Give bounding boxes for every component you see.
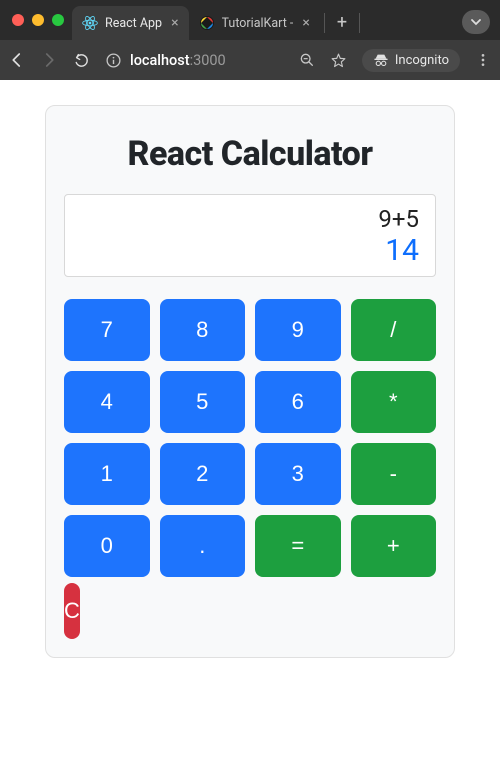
tab-close-icon[interactable]: × xyxy=(302,15,309,31)
page-content: React Calculator 9+5 14 789/ 456* 123- 0.=+… xyxy=(0,80,500,683)
tab-react-app[interactable]: React App × xyxy=(72,6,189,40)
incognito-label: Incognito xyxy=(395,53,449,68)
forward-button[interactable] xyxy=(40,51,58,69)
reload-button[interactable] xyxy=(72,51,90,69)
tab-divider xyxy=(324,13,325,33)
menu-button[interactable] xyxy=(474,51,492,69)
key-6[interactable]: 6 xyxy=(255,371,341,433)
react-favicon-icon xyxy=(82,15,98,31)
calculator: React Calculator 9+5 14 789/ 456* 123- 0.=+… xyxy=(45,105,455,658)
key-equals[interactable]: = xyxy=(255,515,341,577)
incognito-icon xyxy=(373,53,389,67)
key-subtract[interactable]: - xyxy=(351,443,437,505)
key-4[interactable]: 4 xyxy=(64,371,150,433)
zoom-button[interactable] xyxy=(298,51,316,69)
tab-tutorialkart[interactable]: TutorialKart - × xyxy=(189,6,320,40)
tab-title: React App xyxy=(105,16,162,31)
calculator-display: 9+5 14 xyxy=(64,194,436,277)
incognito-badge[interactable]: Incognito xyxy=(362,49,460,72)
url-host: localhost xyxy=(130,52,190,69)
site-info-icon[interactable] xyxy=(104,51,122,69)
window-minimize-icon[interactable] xyxy=(32,14,44,26)
browser-chrome: React App × TutorialKart - × + xyxy=(0,0,500,80)
tutorialkart-favicon-icon xyxy=(199,15,215,31)
clear-button[interactable]: C xyxy=(64,583,80,639)
expand-button[interactable] xyxy=(462,10,490,34)
key-decimal[interactable]: . xyxy=(160,515,246,577)
url-path: :3000 xyxy=(190,52,226,69)
display-result: 14 xyxy=(81,233,419,268)
window-maximize-icon[interactable] xyxy=(52,14,64,26)
address-bar[interactable]: localhost:3000 xyxy=(104,51,284,69)
nav-row: localhost:3000 Incognito xyxy=(0,40,500,80)
key-3[interactable]: 3 xyxy=(255,443,341,505)
key-divide[interactable]: / xyxy=(351,299,437,361)
key-1[interactable]: 1 xyxy=(64,443,150,505)
key-8[interactable]: 8 xyxy=(160,299,246,361)
key-5[interactable]: 5 xyxy=(160,371,246,433)
key-2[interactable]: 2 xyxy=(160,443,246,505)
tab-close-icon[interactable]: × xyxy=(171,15,178,31)
tab-divider xyxy=(359,13,360,33)
key-0[interactable]: 0 xyxy=(64,515,150,577)
bookmark-button[interactable] xyxy=(330,51,348,69)
key-9[interactable]: 9 xyxy=(255,299,341,361)
display-expression: 9+5 xyxy=(81,205,419,233)
chevron-down-icon xyxy=(470,16,482,28)
key-7[interactable]: 7 xyxy=(64,299,150,361)
calculator-title: React Calculator xyxy=(64,134,436,174)
tab-title: TutorialKart - xyxy=(222,16,294,31)
keypad: 789/ 456* 123- 0.=+ xyxy=(64,299,436,577)
back-button[interactable] xyxy=(8,51,26,69)
key-multiply[interactable]: * xyxy=(351,371,437,433)
window-controls xyxy=(8,14,72,26)
new-tab-button[interactable]: + xyxy=(329,12,355,33)
key-add[interactable]: + xyxy=(351,515,437,577)
window-close-icon[interactable] xyxy=(12,14,24,26)
tab-row: React App × TutorialKart - × + xyxy=(0,0,500,40)
